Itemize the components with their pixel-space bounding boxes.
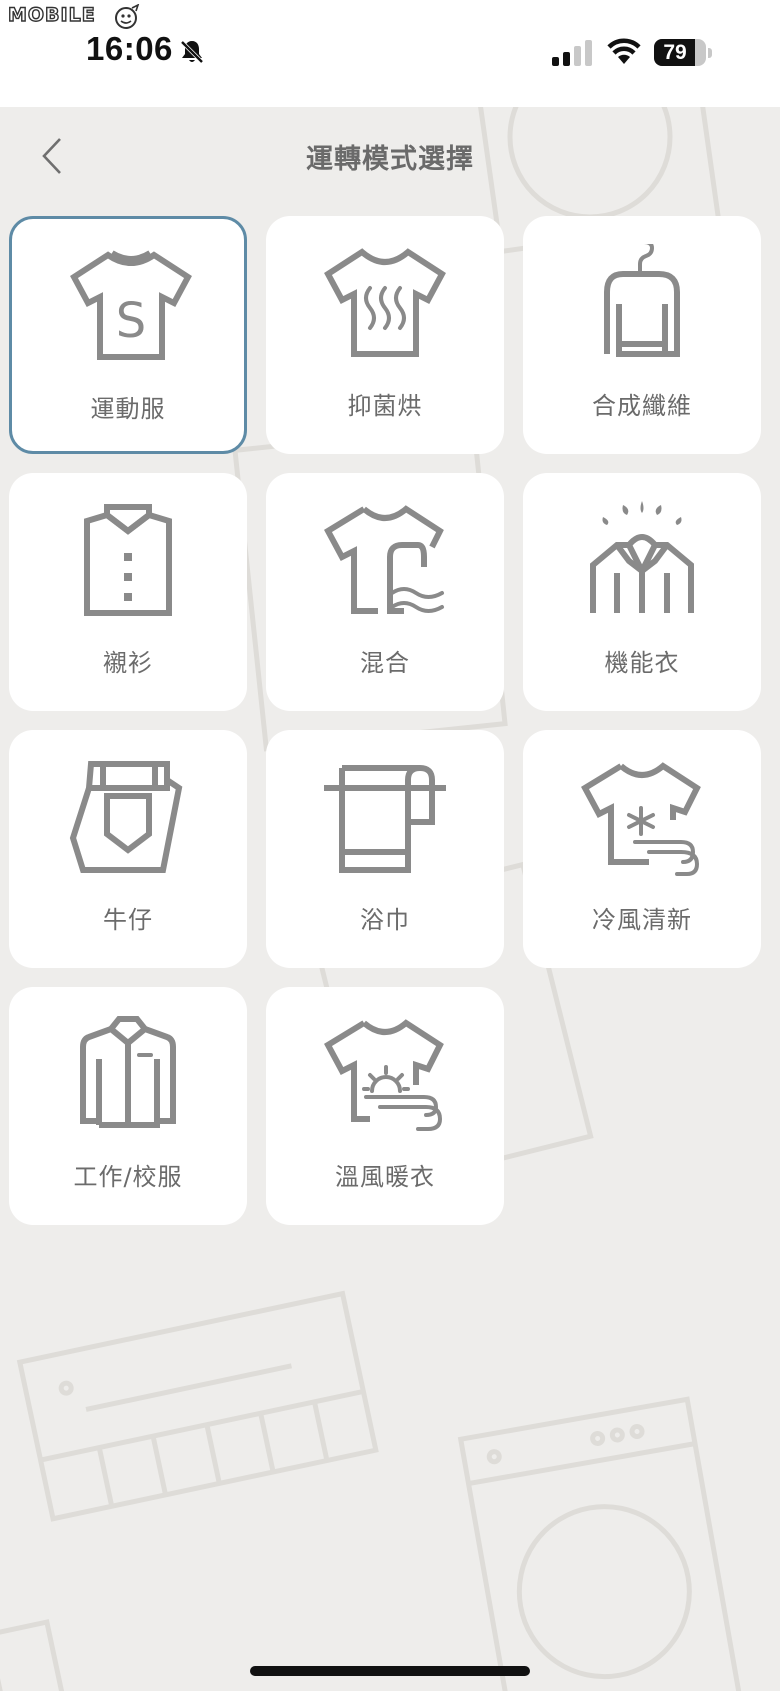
mode-tile-cool-air-refresh[interactable]: 冷風清新 [523, 730, 761, 968]
back-button[interactable] [30, 132, 74, 180]
battery-percent: 79 [663, 41, 687, 64]
mode-tile-sportswear[interactable]: S 運動服 [9, 216, 247, 454]
towel-icon [324, 765, 446, 873]
cellular-signal-icon [552, 40, 592, 66]
mode-label: 機能衣 [604, 649, 680, 677]
home-indicator[interactable] [250, 1666, 530, 1676]
mode-label: 抑菌烘 [347, 392, 423, 420]
mode-label: 浴巾 [360, 906, 410, 934]
watermark-logo-icon [115, 4, 140, 29]
functional-wear-icon [590, 501, 694, 613]
mode-tile-warm-air[interactable]: 溫風暖衣 [266, 987, 504, 1225]
status-bar: MOBILE 16:06 79 [0, 0, 780, 107]
mode-label: 合成纖維 [592, 392, 692, 420]
mixed-icon [324, 505, 444, 614]
warm-air-icon [324, 1019, 444, 1131]
mode-tile-dress-shirt[interactable]: 襯衫 [9, 473, 247, 711]
mode-tile-mixed[interactable]: 混合 [266, 473, 504, 711]
denim-icon [69, 761, 183, 873]
mode-tile-functional-wear[interactable]: 機能衣 [523, 473, 761, 711]
page-title: 運轉模式選擇 [306, 144, 474, 175]
antibacterial-dry-icon [324, 248, 446, 357]
mode-label: 牛仔 [103, 906, 153, 934]
mode-label: 溫風暖衣 [335, 1163, 435, 1191]
watermark-text: MOBILE [7, 3, 96, 26]
battery-indicator: 79 [654, 39, 712, 66]
dress-shirt-icon [84, 504, 172, 616]
sport-shirt-icon: S [70, 250, 192, 360]
mode-tile-towel[interactable]: 浴巾 [266, 730, 504, 968]
status-time: 16:06 [86, 30, 173, 67]
mode-label: 襯衫 [103, 649, 153, 677]
mode-tile-denim[interactable]: 牛仔 [9, 730, 247, 968]
mode-label: 冷風清新 [592, 906, 692, 934]
cool-air-refresh-icon [581, 762, 701, 876]
wifi-icon [607, 38, 641, 64]
chevron-left-icon [42, 138, 61, 174]
mode-label: 運動服 [90, 395, 166, 423]
uniform-icon [80, 1016, 176, 1128]
silent-bell-icon [180, 40, 204, 64]
synthetic-fiber-icon [604, 244, 680, 357]
svg-text:S: S [116, 293, 146, 349]
mode-tile-work-school-uniform[interactable]: 工作/校服 [9, 987, 247, 1225]
mode-tile-antibacterial-dry[interactable]: 抑菌烘 [266, 216, 504, 454]
mode-tile-synthetic-fiber[interactable]: 合成纖維 [523, 216, 761, 454]
mode-label: 工作/校服 [73, 1163, 183, 1191]
mode-label: 混合 [360, 649, 410, 677]
